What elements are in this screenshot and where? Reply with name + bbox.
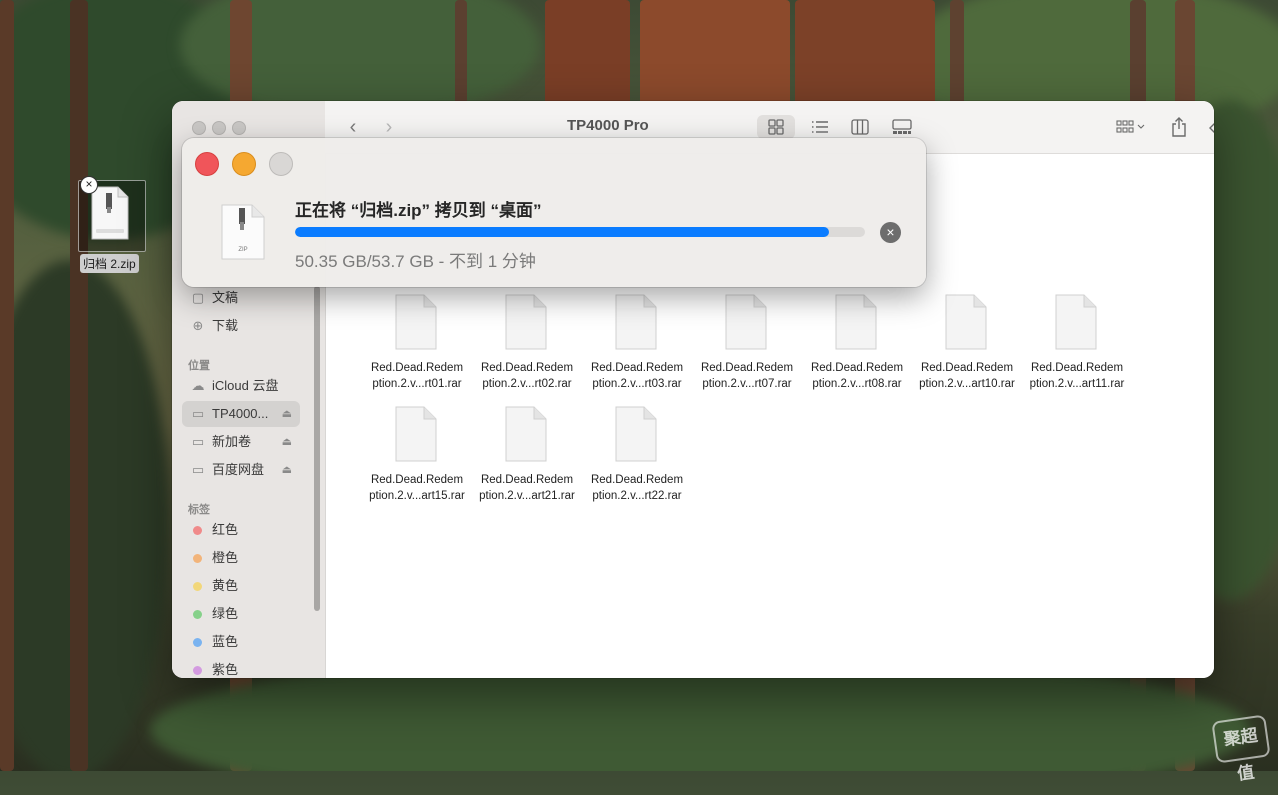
rar-file-icon — [505, 294, 547, 350]
window-zoom-button[interactable] — [232, 121, 246, 135]
sidebar-item-tp4000[interactable]: ▭ TP4000... ⏏ — [182, 401, 300, 427]
sidebar-section-locations: 位置 — [188, 360, 210, 372]
sidebar-tag-green[interactable]: 绿色 — [182, 601, 300, 627]
watermark-logo: 聚超值 — [1211, 714, 1271, 784]
file-item[interactable]: Red.Dead.Redem ption.2.v...rt22.rar — [582, 406, 692, 516]
sidebar-item-icloud[interactable]: ☁ iCloud 云盘 — [182, 373, 300, 399]
share-icon[interactable] — [1167, 115, 1191, 139]
sidebar-scrollbar[interactable] — [314, 286, 320, 611]
tag-dot-icon — [193, 610, 202, 619]
zip-file-icon: ZIP — [221, 204, 265, 260]
file-name: Red.Dead.Redem ption.2.v...rt03.rar — [590, 362, 684, 390]
sidebar-item-baidu[interactable]: ▭ 百度网盘 ⏏ — [182, 457, 300, 483]
sidebar-item-new-volume[interactable]: ▭ 新加卷 ⏏ — [182, 429, 300, 455]
rar-file-icon — [615, 406, 657, 462]
dialog-close-button[interactable] — [195, 152, 219, 176]
cloud-icon: ☁ — [191, 378, 205, 393]
forward-icon[interactable]: › — [377, 115, 401, 139]
back-icon[interactable]: ‹ — [341, 115, 365, 139]
share-glyph — [1172, 117, 1186, 137]
progress-fill — [295, 227, 830, 237]
grid-icon — [768, 119, 784, 135]
file-name: Red.Dead.Redem ption.2.v...art10.rar — [919, 362, 1015, 390]
cancel-copy-icon[interactable]: × — [880, 222, 901, 243]
eject-icon[interactable]: ⏏ — [282, 401, 292, 427]
sidebar-tag-purple[interactable]: 紫色 — [182, 657, 300, 678]
file-item[interactable]: Red.Dead.Redem ption.2.v...rt03.rar — [582, 294, 692, 404]
list-icon — [812, 121, 828, 133]
file-name: Red.Dead.Redem ption.2.v...rt01.rar — [370, 362, 464, 390]
group-icon — [1116, 120, 1145, 133]
close-icon[interactable]: × — [80, 176, 98, 194]
rar-file-icon — [1055, 294, 1097, 350]
rar-file-icon — [395, 406, 437, 462]
sidebar-tag-red[interactable]: 红色 — [182, 517, 300, 543]
dialog-zoom-button[interactable] — [269, 152, 293, 176]
drive-icon: ▭ — [191, 462, 205, 477]
column-view-button[interactable] — [843, 115, 877, 139]
zip-file-icon — [91, 186, 129, 240]
file-name: Red.Dead.Redem ption.2.v...rt07.rar — [700, 362, 794, 390]
tag-dot-icon — [193, 554, 202, 563]
columns-icon — [851, 119, 869, 135]
drive-icon: ▭ — [191, 406, 205, 421]
file-name: Red.Dead.Redem ption.2.v...art15.rar — [369, 474, 465, 502]
file-name: Red.Dead.Redem ption.2.v...art21.rar — [479, 474, 575, 502]
gallery-icon — [892, 119, 912, 134]
file-item[interactable]: Red.Dead.Redem ption.2.v...art21.rar — [472, 406, 582, 516]
copy-progress-dialog: ZIP 正在将 “归档.zip” 拷贝到 “桌面” 50.35 GB/53.7 … — [182, 138, 926, 287]
icon-view-button[interactable] — [757, 115, 795, 139]
file-item[interactable]: Red.Dead.Redem ption.2.v...art15.rar — [362, 406, 472, 516]
sidebar-item-downloads[interactable]: ⊕ 下载 — [182, 313, 300, 339]
zip-icon-label: ZIP — [238, 247, 247, 253]
copy-status: 50.35 GB/53.7 GB - 不到 1 分钟 — [295, 252, 536, 271]
file-name: Red.Dead.Redem ption.2.v...rt02.rar — [480, 362, 574, 390]
file-name: Red.Dead.Redem ption.2.v...rt22.rar — [590, 474, 684, 502]
sidebar-tag-yellow[interactable]: 黄色 — [182, 573, 300, 599]
rar-file-icon — [505, 406, 547, 462]
tag-glyph — [1209, 123, 1214, 133]
tag-dot-icon — [193, 638, 202, 647]
tag-dot-icon — [193, 666, 202, 675]
document-icon: ▢ — [191, 290, 205, 305]
file-item[interactable]: Red.Dead.Redem ption.2.v...rt02.rar — [472, 294, 582, 404]
window-title: TP4000 Pro — [567, 117, 649, 134]
eject-icon[interactable]: ⏏ — [282, 429, 292, 455]
drive-icon: ▭ — [191, 434, 205, 449]
rar-file-icon — [725, 294, 767, 350]
sidebar-tag-orange[interactable]: 橙色 — [182, 545, 300, 571]
tag-dot-icon — [193, 582, 202, 591]
sidebar-section-tags: 标签 — [188, 504, 210, 516]
file-item[interactable]: Red.Dead.Redem ption.2.v...rt08.rar — [802, 294, 912, 404]
dialog-minimize-button[interactable] — [232, 152, 256, 176]
desktop-icon-label: 归档 2.zip — [80, 254, 139, 273]
download-icon: ⊕ — [192, 318, 204, 333]
file-name: Red.Dead.Redem ption.2.v...art11.rar — [1029, 362, 1125, 390]
file-item[interactable]: Red.Dead.Redem ption.2.v...rt01.rar — [362, 294, 472, 404]
file-item[interactable]: Red.Dead.Redem ption.2.v...art11.rar — [1022, 294, 1132, 404]
desktop-zip-file[interactable]: × 归档 2.zip — [76, 176, 146, 273]
file-item[interactable]: Red.Dead.Redem ption.2.v...rt07.rar — [692, 294, 802, 404]
rar-file-icon — [615, 294, 657, 350]
eject-icon[interactable]: ⏏ — [282, 457, 292, 483]
file-item[interactable]: Red.Dead.Redem ption.2.v...art10.rar — [912, 294, 1022, 404]
list-view-button[interactable] — [803, 115, 837, 139]
window-minimize-button[interactable] — [212, 121, 226, 135]
sidebar-item-documents[interactable]: ▢ 文稿 — [182, 285, 300, 311]
file-name: Red.Dead.Redem ption.2.v...rt08.rar — [810, 362, 904, 390]
rar-file-icon — [835, 294, 877, 350]
tag-icon[interactable] — [1207, 115, 1214, 139]
gallery-view-button[interactable] — [885, 115, 919, 139]
group-by-button[interactable] — [1111, 115, 1151, 139]
copy-title: 正在将 “归档.zip” 拷贝到 “桌面” — [295, 201, 542, 220]
tag-dot-icon — [193, 526, 202, 535]
window-close-button[interactable] — [192, 121, 206, 135]
rar-file-icon — [395, 294, 437, 350]
sidebar-tag-blue[interactable]: 蓝色 — [182, 629, 300, 655]
rar-file-icon — [945, 294, 987, 350]
copy-progress-bar — [295, 227, 865, 237]
